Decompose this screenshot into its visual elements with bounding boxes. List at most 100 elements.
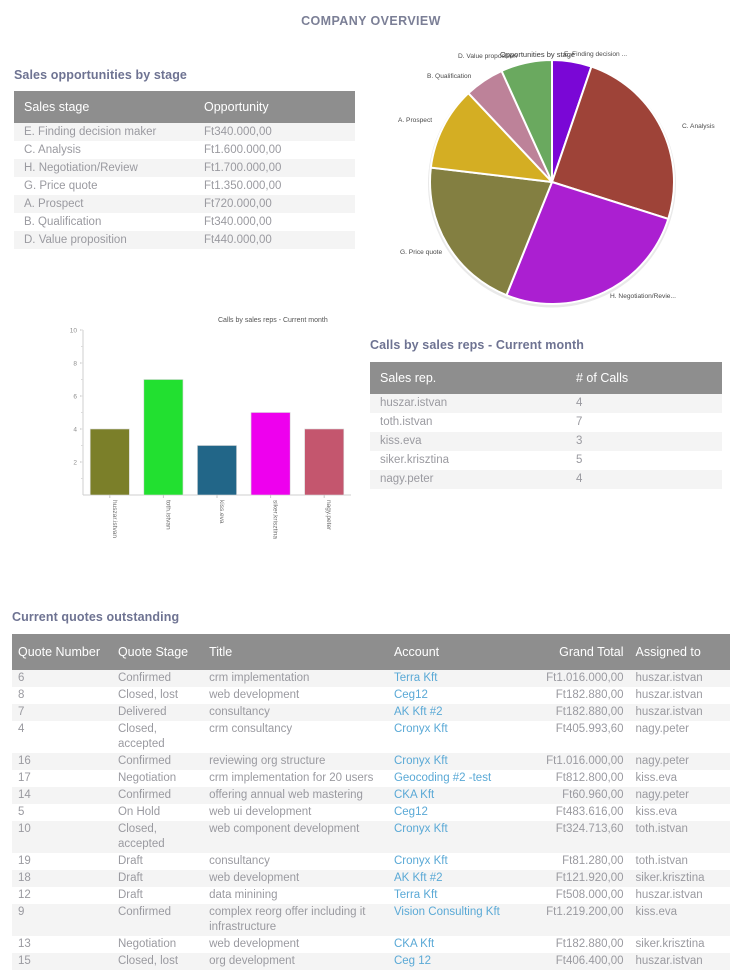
table-cell: Draft — [111, 887, 204, 904]
table-row[interactable]: 4 Closed, accepted crm consultancy Cronyx K… — [12, 721, 730, 753]
pie-chart-svg[interactable]: E. Finding decision ... C. Analysis H. Neg… — [390, 44, 742, 316]
bar[interactable] — [143, 379, 184, 496]
table-row[interactable]: huszar.istvan 4 — [370, 394, 722, 413]
table-row[interactable]: A. Prospect Ft720.000,00 — [14, 195, 355, 213]
table-header-row: Sales rep. # of Calls — [370, 362, 722, 394]
table-row[interactable]: E. Finding decision maker Ft340.000,00 — [14, 123, 355, 141]
column-header-quote-stage[interactable]: Quote Stage — [111, 634, 204, 670]
table-cell: huszar.istvan — [629, 887, 730, 904]
table-cell: kiss.eva — [629, 770, 730, 787]
table-cell: Ft405.993,60 — [512, 721, 630, 753]
table-cell: Ceg12 — [387, 687, 513, 704]
column-header-assigned-to[interactable]: Assigned to — [629, 634, 730, 670]
bar-chart-svg[interactable]: 10 8 6 4 2 huszar.istvan toth.istvan kiss.eva si… — [55, 312, 375, 562]
y-axis-tick-label: 4 — [73, 427, 77, 434]
table-cell: 19 — [12, 853, 112, 870]
table-row[interactable]: B. Qualification Ft340.000,00 — [14, 213, 355, 231]
table-cell: Ft182.880,00 — [512, 936, 630, 953]
opportunities-pie-chart: Opportunities by stage E. Finding decisi… — [390, 44, 742, 316]
pie-slice-label: B. Qualification — [427, 73, 472, 80]
table-row[interactable]: C. Analysis Ft1.600.000,00 — [14, 141, 355, 159]
table-row[interactable]: 5 On Hold web ui development Ceg12 Ft483.616… — [12, 804, 730, 821]
table-row[interactable]: D. Value proposition Ft440.000,00 — [14, 231, 355, 249]
column-header-sales-stage[interactable]: Sales stage — [14, 91, 194, 123]
table-cell: Ft406.400,00 — [512, 953, 630, 970]
table-cell: Vision Consulting Kft — [387, 904, 513, 936]
table-cell: Ft1.700.000,00 — [194, 159, 355, 177]
table-cell: consultancy — [203, 704, 388, 721]
table-row[interactable]: kiss.eva 3 — [370, 432, 722, 451]
table-header-row: Quote Number Quote Stage Title Account G… — [12, 634, 730, 670]
table-row[interactable]: 19 Draft consultancy Cronyx Kft Ft81.280,00 t… — [12, 853, 730, 870]
table-cell: siker.krisztina — [370, 451, 566, 470]
table-cell: 6 — [12, 670, 112, 687]
column-header-quote-number[interactable]: Quote Number — [12, 634, 112, 670]
table-row[interactable]: 12 Draft data minining Terra Kft Ft508.000,0… — [12, 887, 730, 904]
column-header-account[interactable]: Account — [387, 634, 513, 670]
table-cell: Closed, lost — [111, 953, 204, 970]
sales-opportunities-heading: Sales opportunities by stage — [14, 68, 187, 82]
table-cell: kiss.eva — [629, 904, 730, 936]
table-cell: Confirmed — [111, 753, 204, 770]
table-row[interactable]: siker.krisztina 5 — [370, 451, 722, 470]
table-cell: crm implementation — [203, 670, 388, 687]
table-cell: Closed, lost — [111, 687, 204, 704]
page-title: COMPANY OVERVIEW — [301, 14, 441, 28]
y-axis-tick-label: 10 — [70, 328, 78, 335]
table-cell: 4 — [566, 394, 722, 413]
table-row[interactable]: 13 Negotiation web development CKA Kft Ft182… — [12, 936, 730, 953]
table-cell: Ft340.000,00 — [194, 123, 355, 141]
table-row[interactable]: 10 Closed, accepted web component developm… — [12, 821, 730, 853]
table-row[interactable]: 14 Confirmed offering annual web mastering… — [12, 787, 730, 804]
table-cell: toth.istvan — [629, 853, 730, 870]
column-header-grand-total[interactable]: Grand Total — [512, 634, 630, 670]
table-row[interactable]: 9 Confirmed complex reorg offer including … — [12, 904, 730, 936]
table-cell: Ft1.016.000,00 — [512, 670, 630, 687]
table-row[interactable]: 18 Draft web development AK Kft #2 Ft121.920… — [12, 870, 730, 887]
calls-table: Sales rep. # of Calls huszar.istvan 4 toth… — [370, 362, 722, 489]
table-row[interactable]: 16 Confirmed reviewing org structure Cronyx… — [12, 753, 730, 770]
table-cell: data minining — [203, 887, 388, 904]
table-cell: D. Value proposition — [14, 231, 194, 249]
table-cell: Delivered — [111, 704, 204, 721]
table-cell: siker.krisztina — [629, 936, 730, 953]
table-cell: H. Negotiation/Review — [14, 159, 194, 177]
table-cell: Terra Kft — [387, 887, 513, 904]
bar[interactable] — [89, 428, 130, 496]
table-cell: Ceg12 — [387, 804, 513, 821]
table-cell: Ft182.880,00 — [512, 687, 630, 704]
table-cell: Ft508.000,00 — [512, 887, 630, 904]
table-cell: Ft60.960,00 — [512, 787, 630, 804]
bar[interactable] — [250, 412, 291, 496]
table-row[interactable]: H. Negotiation/Review Ft1.700.000,00 — [14, 159, 355, 177]
table-row[interactable]: toth.istvan 7 — [370, 413, 722, 432]
table-cell: Ft1.600.000,00 — [194, 141, 355, 159]
column-header-opportunity[interactable]: Opportunity — [194, 91, 355, 123]
table-row[interactable]: G. Price quote Ft1.350.000,00 — [14, 177, 355, 195]
table-cell: 13 — [12, 936, 112, 953]
table-row[interactable]: 6 Confirmed crm implementation Terra Kft Ft1… — [12, 670, 730, 687]
table-row[interactable]: 8 Closed, lost web development Ceg12 Ft182.8… — [12, 687, 730, 704]
table-cell: 8 — [12, 687, 112, 704]
bar[interactable] — [304, 428, 345, 496]
table-cell: huszar.istvan — [370, 394, 566, 413]
table-cell: kiss.eva — [629, 804, 730, 821]
table-cell: Ft1.219.200,00 — [512, 904, 630, 936]
table-row[interactable]: nagy.peter 4 — [370, 470, 722, 489]
table-cell: Closed, accepted — [111, 821, 204, 853]
quotes-body: 6 Confirmed crm implementation Terra Kft Ft1… — [12, 670, 730, 970]
table-cell: Ft324.713,60 — [512, 821, 630, 853]
table-cell: Terra Kft — [387, 670, 513, 687]
bar[interactable] — [197, 445, 237, 496]
table-cell: 9 — [12, 904, 112, 936]
table-row[interactable]: 7 Delivered consultancy AK Kft #2 Ft182.880,… — [12, 704, 730, 721]
pie-slice-label: D. Value proposition — [458, 53, 517, 60]
column-header-title[interactable]: Title — [203, 634, 388, 670]
table-cell: nagy.peter — [629, 753, 730, 770]
column-header-sales-rep[interactable]: Sales rep. — [370, 362, 566, 394]
table-row[interactable]: 15 Closed, lost org development Ceg 12 Ft406… — [12, 953, 730, 970]
table-cell: web component development — [203, 821, 388, 853]
column-header-number-of-calls[interactable]: # of Calls — [566, 362, 722, 394]
table-cell: Ft1.016.000,00 — [512, 753, 630, 770]
table-row[interactable]: 17 Negotiation crm implementation for 20 u… — [12, 770, 730, 787]
